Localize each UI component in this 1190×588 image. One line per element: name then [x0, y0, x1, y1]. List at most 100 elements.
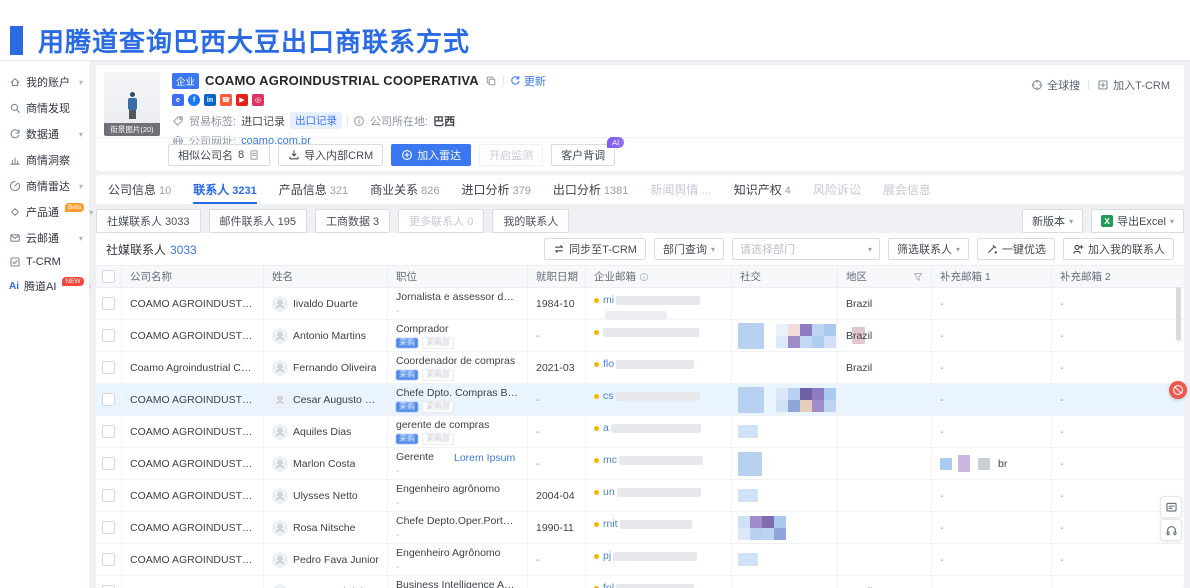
table-row[interactable]: COAMO AGROINDUSTRIAL COOPERAT...Pedro Fa… [96, 544, 1184, 576]
department-select[interactable]: 请选择部门▾ [732, 238, 880, 260]
row-checkbox[interactable] [102, 329, 115, 342]
youtube-icon[interactable]: ▶ [236, 94, 248, 106]
table-row[interactable]: COAMO AGROINDUSTRIAL COOPERAT...Ulysses … [96, 480, 1184, 512]
one-click-optimize-button[interactable]: 一键优选 [977, 238, 1055, 260]
select-all-checkbox[interactable] [102, 270, 115, 283]
column-header-5[interactable]: 社交 [732, 266, 838, 287]
filter-chip-2[interactable]: 工商数据 3 [315, 209, 390, 233]
company-photo[interactable]: 街景图片(20) [104, 72, 160, 136]
export-excel-button[interactable]: X导出Excel▾ [1091, 209, 1184, 233]
column-header-8[interactable]: 补充邮箱 2 [1052, 266, 1184, 287]
enterprise-badge: 企业 [172, 73, 199, 89]
row-checkbox[interactable] [102, 393, 115, 406]
tab-count: 321 [330, 185, 348, 197]
row-checkbox[interactable] [102, 553, 115, 566]
table-row[interactable]: COAMO AGROINDUSTRIAL COOPERAT... Rosa Nit… [96, 512, 1184, 544]
sidebar-item-3[interactable]: 商情洞察 [0, 147, 89, 173]
column-header-7[interactable]: 补充邮箱 1 [932, 266, 1052, 287]
table-row[interactable]: COAMO AGROINDUSTRIAL COOPERAT...Cesar Au… [96, 384, 1184, 416]
avatar [272, 456, 288, 472]
new-badge: NEW [62, 277, 83, 286]
title-accent-bar [10, 26, 23, 55]
tab-1[interactable]: 联系人3231 [193, 175, 257, 204]
filter-chip-3[interactable]: 更多联系人 0 [398, 209, 484, 233]
sidebar-item-4[interactable]: 商情雷达▾ [0, 173, 89, 199]
column-header-0[interactable]: 公司名称 [122, 266, 264, 287]
filter-chip-1[interactable]: 邮件联系人 195 [209, 209, 307, 233]
filter-chip-0[interactable]: 社媒联系人 3033 [96, 209, 201, 233]
department-query-button[interactable]: 部门查询▾ [654, 238, 724, 260]
extra-email-1: - [940, 490, 944, 502]
sidebar-item-5[interactable]: 产品通Beta▾ [0, 199, 89, 225]
sidebar-item-label: 数据通 [26, 126, 59, 142]
table-row[interactable]: COAMO AGROINDUSTRIAL COOPERAT...Aquiles … [96, 416, 1184, 448]
position: Jornalista e assessor de Comunicação [396, 291, 519, 303]
start-monitoring-button[interactable]: 开启监测 [479, 144, 543, 166]
sidebar: 我的账户▾商情发现数据通▾商情洞察商情雷达▾产品通Beta▾云邮通▾T-CRMA… [0, 61, 90, 588]
trade-tag-export[interactable]: 出口记录 [290, 112, 342, 129]
column-header-1[interactable]: 姓名 [264, 266, 388, 287]
filter-contacts-button[interactable]: 筛选联系人▾ [888, 238, 969, 260]
phone-icon[interactable]: ☎ [220, 94, 232, 106]
column-header-2[interactable]: 职位 [388, 266, 528, 287]
chevron-down-icon: ▾ [711, 245, 715, 254]
tab-5[interactable]: 出口分析1381 [553, 175, 629, 204]
sidebar-item-1[interactable]: 商情发现 [0, 95, 89, 121]
sidebar-item-6[interactable]: 云邮通▾ [0, 225, 89, 251]
refresh-button[interactable]: 更新 [510, 73, 546, 89]
customer-background-check-button[interactable]: 客户背调AI [551, 144, 615, 166]
import-internal-crm-button[interactable]: 导入内部CRM [278, 144, 383, 166]
website-icon[interactable]: e [172, 94, 184, 106]
tab-9[interactable]: 展会信息 [883, 175, 931, 204]
email-prefix: mi [603, 294, 614, 306]
linkedin-icon[interactable]: in [204, 94, 216, 106]
block-icon[interactable] [1169, 381, 1187, 399]
copy-icon[interactable] [485, 75, 497, 87]
row-checkbox[interactable] [102, 489, 115, 502]
table-row[interactable]: COAMO AGROINDUSTRIAL COOPERAT...Marlon C… [96, 448, 1184, 480]
sidebar-item-2[interactable]: 数据通▾ [0, 121, 89, 147]
tab-4[interactable]: 进口分析379 [462, 175, 531, 204]
tab-3[interactable]: 商业关系826 [370, 175, 439, 204]
contact-name: Rosa Nitsche [293, 522, 355, 534]
sidebar-item-7[interactable]: T-CRM [0, 251, 89, 273]
row-checkbox[interactable] [102, 521, 115, 534]
join-radar-button[interactable]: 加入雷达 [391, 144, 471, 166]
table-row[interactable]: Coamo Agroindustrial CooperativaFernando… [96, 352, 1184, 384]
column-header-4[interactable]: 企业邮箱 [586, 266, 732, 287]
filter-chip-4[interactable]: 我的联系人 [492, 209, 569, 233]
facebook-icon[interactable]: f [188, 94, 200, 106]
censored-email [620, 520, 692, 529]
tab-0[interactable]: 公司信息10 [108, 175, 171, 204]
tab-8[interactable]: 风险诉讼 [813, 175, 861, 204]
row-checkbox[interactable] [102, 361, 115, 374]
extra-email-2: - [1060, 554, 1064, 566]
tab-7[interactable]: 知识产权4 [734, 175, 791, 204]
sidebar-item-0[interactable]: 我的账户▾ [0, 69, 89, 95]
sidebar-item-8[interactable]: Ai腾道AINEW› [0, 273, 89, 299]
instagram-icon[interactable]: ◎ [252, 94, 264, 106]
feedback-icon[interactable] [1160, 496, 1182, 518]
tab-2[interactable]: 产品信息321 [279, 175, 348, 204]
sync-tcrm-button[interactable]: 同步至T-CRM [544, 238, 646, 260]
similar-company-button[interactable]: 相似公司名8 [168, 144, 270, 166]
row-checkbox[interactable] [102, 425, 115, 438]
column-header-3[interactable]: 就职日期 [528, 266, 586, 287]
add-to-my-contacts-button[interactable]: 加入我的联系人 [1063, 238, 1174, 260]
censored-email [611, 424, 701, 433]
tab-6[interactable]: 新闻舆情 ... [650, 175, 711, 204]
add-tcrm-button[interactable]: 加入T-CRM [1097, 77, 1170, 93]
table-scrollbar[interactable] [1176, 287, 1181, 341]
table-row[interactable]: COAMO AGROINDUSTRIAL COOPERAT...Antonio … [96, 320, 1184, 352]
table-row[interactable]: COAMO AGROINDUSTRIAL COOPERAT...Iivaldo … [96, 288, 1184, 320]
row-checkbox[interactable] [102, 297, 115, 310]
filter-funnel-icon[interactable] [913, 272, 923, 282]
column-header-6[interactable]: 地区 [838, 266, 932, 287]
version-dropdown[interactable]: 新版本▾ [1022, 209, 1083, 233]
department-tag: 采购部 [422, 337, 454, 349]
row-checkbox[interactable] [102, 457, 115, 470]
global-search-button[interactable]: 全球搜 [1031, 77, 1080, 93]
company-name-cell: COAMO AGROINDUSTRIAL COOPERAT... [130, 522, 255, 534]
table-row[interactable]: COAMO AGROINDUSTRIAL COOPERAT...Fagner G… [96, 576, 1184, 588]
customer-service-icon[interactable] [1160, 519, 1182, 541]
